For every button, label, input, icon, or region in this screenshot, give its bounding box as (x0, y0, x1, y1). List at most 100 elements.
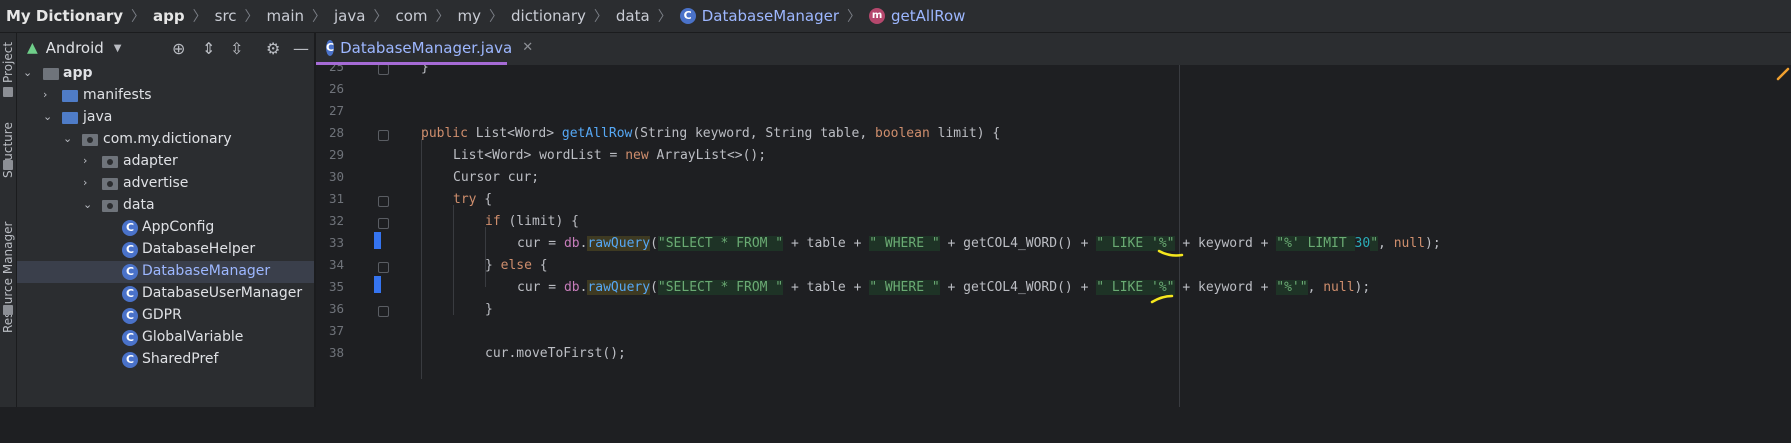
chevron-down-icon[interactable]: ⌄ (23, 66, 32, 79)
minimize-icon[interactable]: — (293, 39, 309, 58)
breadcrumb-module[interactable]: app (153, 7, 185, 25)
android-icon: ▲ (27, 40, 38, 56)
breadcrumb-dictionary[interactable]: dictionary (511, 7, 586, 25)
tree-item-appconfig[interactable]: C AppConfig (17, 217, 314, 239)
breadcrumb-my[interactable]: my (458, 7, 482, 25)
tree-item-com-my-dictionary[interactable]: ⌄ com.my.dictionary (17, 129, 314, 151)
line-number: 30 (328, 169, 344, 184)
indent-guide (421, 139, 422, 379)
indent-guide (453, 205, 454, 315)
tab-resource-manager[interactable]: Resource Manager (0, 222, 16, 443)
fold-marker-icon[interactable] (378, 306, 389, 317)
breadcrumb-class[interactable]: DatabaseManager (702, 7, 839, 25)
chevron-down-icon[interactable]: ⌄ (63, 132, 72, 145)
module-icon (43, 68, 59, 80)
gear-icon[interactable]: ⚙ (266, 39, 280, 58)
chevron-right-icon: 〉 (435, 9, 450, 25)
chevron-down-icon[interactable]: ▼ (114, 43, 122, 54)
class-icon: C (122, 308, 138, 324)
fold-marker-icon[interactable] (378, 65, 389, 75)
code-editor[interactable]: 25 26 27 28 29 30 31 32 33 34 35 36 37 3… (316, 65, 1791, 407)
chevron-right-icon: 〉 (489, 9, 503, 25)
tree-item-manifests[interactable]: › manifests (17, 85, 314, 107)
line-number: 33 (328, 235, 344, 250)
chevron-down-icon[interactable]: ⌄ (43, 110, 52, 123)
fold-marker-icon[interactable] (378, 196, 389, 207)
tree-item-advertise[interactable]: › advertise (17, 173, 314, 195)
tool-window-strip: Project Structure Resource Manager (0, 33, 17, 407)
code-line-36: } (485, 302, 493, 317)
tab-databasemanager[interactable]: C DatabaseManager.java ✕ (316, 33, 533, 65)
locate-icon[interactable]: ⊕ (172, 39, 185, 58)
tree-item-java[interactable]: ⌄ java (17, 107, 314, 129)
highlight-scribble (1150, 294, 1174, 304)
package-icon (82, 134, 98, 146)
close-icon[interactable]: ✕ (522, 40, 533, 55)
class-icon: C (122, 264, 138, 280)
tab-project-label: Project (1, 41, 15, 83)
breadcrumb-data[interactable]: data (616, 7, 650, 25)
chevron-right-icon: 〉 (192, 9, 207, 25)
tab-label: DatabaseManager.java (340, 38, 513, 57)
breadcrumb-main[interactable]: main (267, 7, 304, 25)
chevron-right-icon[interactable]: › (83, 154, 87, 167)
tree-item-label: DatabaseHelper (142, 241, 256, 257)
method-icon: m (869, 8, 886, 24)
code-line-30: Cursor cur; (453, 170, 540, 185)
line-number: 27 (328, 103, 344, 118)
class-icon: C (326, 39, 335, 56)
chevron-right-icon[interactable]: › (43, 88, 47, 101)
folder-icon (3, 87, 13, 97)
chevron-right-icon[interactable]: › (83, 176, 87, 189)
tree-item-label: AppConfig (142, 219, 215, 235)
line-number: 29 (328, 147, 344, 162)
breadcrumb-java[interactable]: java (334, 7, 365, 25)
line-number: 26 (328, 81, 344, 96)
class-icon: C (122, 330, 138, 346)
editor-gutter: 25 26 27 28 29 30 31 32 33 34 35 36 37 3… (316, 65, 401, 407)
tree-item-globalvariable[interactable]: C GlobalVariable (17, 327, 314, 349)
code-line-25: } (421, 65, 429, 75)
fold-marker-icon[interactable] (378, 130, 389, 141)
fold-marker-icon[interactable] (378, 262, 389, 273)
breadcrumb-com[interactable]: com (395, 7, 427, 25)
package-icon (102, 178, 118, 190)
tree-item-label: DatabaseUserManager (142, 285, 303, 301)
expand-all-icon[interactable]: ⇕ (202, 39, 215, 58)
fold-marker-icon[interactable] (378, 218, 389, 229)
folder-icon (62, 112, 78, 124)
chevron-down-icon[interactable]: ⌄ (83, 198, 92, 211)
line-number: 34 (328, 257, 344, 272)
tree-item-data[interactable]: ⌄ data (17, 195, 314, 217)
code-line-35: cur = db.rawQuery("SELECT * FROM " + tab… (517, 280, 1371, 295)
chevron-right-icon: 〉 (131, 9, 146, 25)
warning-marker-icon[interactable] (1776, 67, 1790, 81)
chevron-right-icon: 〉 (373, 9, 388, 25)
breadcrumb-project[interactable]: My Dictionary (6, 7, 123, 25)
tree-item-gdpr[interactable]: C GDPR (17, 305, 314, 327)
breadcrumb-method[interactable]: getAllRow (891, 7, 965, 25)
change-marker[interactable] (374, 276, 381, 293)
view-selector[interactable]: Android (46, 39, 104, 57)
code-line-38: cur.moveToFirst(); (485, 346, 626, 361)
tree-item-label: DatabaseManager (142, 263, 271, 279)
class-icon: C (122, 220, 138, 236)
code-line-31: try { (453, 192, 493, 207)
tree-item-sharedpref[interactable]: C SharedPref (17, 349, 314, 371)
breadcrumb-src[interactable]: src (215, 7, 237, 25)
tree-item-label: java (83, 109, 113, 125)
project-toolbar: ▲ Android ▼ ⊕ ⇕ ⇳ ⚙ — (17, 33, 314, 63)
code-line-34: } else { (485, 258, 548, 273)
change-marker[interactable] (374, 232, 381, 249)
tree-item-databaseusermanager[interactable]: C DatabaseUserManager (17, 283, 314, 305)
tree-item-adapter[interactable]: › adapter (17, 151, 314, 173)
chevron-right-icon: 〉 (312, 9, 327, 25)
collapse-all-icon[interactable]: ⇳ (230, 39, 243, 58)
tree-item-databasehelper[interactable]: C DatabaseHelper (17, 239, 314, 261)
tree-item-app[interactable]: ⌄ app (17, 63, 314, 85)
tree-item-databasemanager[interactable]: C DatabaseManager (17, 261, 314, 283)
class-icon: C (122, 286, 138, 302)
line-number: 25 (328, 65, 344, 74)
tree-item-label: data (123, 197, 155, 213)
breadcrumb: My Dictionary 〉 app 〉 src 〉 main 〉 java … (0, 0, 1791, 33)
